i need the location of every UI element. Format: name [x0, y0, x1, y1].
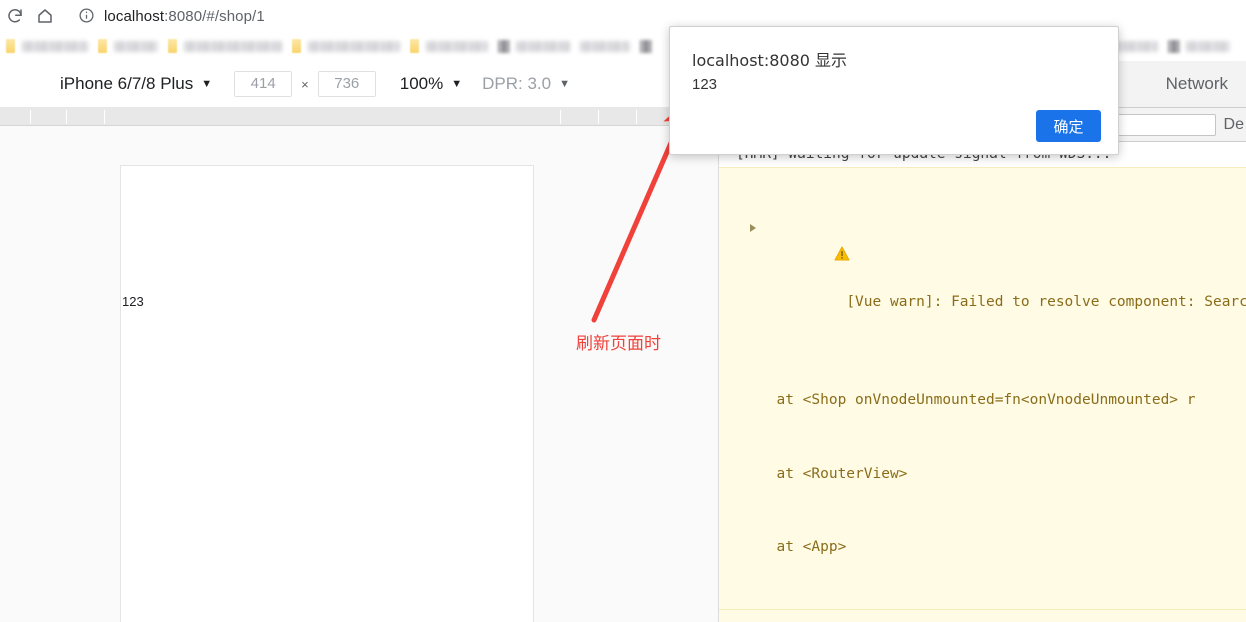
chevron-down-icon: ▼ [559, 78, 570, 90]
console-log[interactable]: [HMR] Waiting for update signal from WDS… [719, 142, 1246, 622]
folder-icon [98, 39, 107, 53]
info-circle-icon[interactable] [78, 7, 96, 25]
dialog-confirm-button[interactable]: 确定 [1036, 110, 1101, 142]
stack-frame: at <App> [759, 539, 847, 555]
console-level-label[interactable]: De [1224, 116, 1244, 134]
bookmark-item[interactable] [98, 35, 158, 57]
site-icon [1168, 39, 1180, 53]
bookmark-item[interactable] [640, 35, 658, 57]
site-icon [498, 39, 510, 53]
console-message-warning[interactable]: [Vue warn]: Failed to resolve component:… [719, 166, 1246, 610]
page-viewport[interactable]: 123 [120, 165, 534, 622]
reload-icon[interactable] [0, 1, 30, 31]
device-preset-select[interactable]: iPhone 6/7/8 Plus ▼ [60, 74, 212, 94]
warning-text: [Vue warn]: Failed to resolve component:… [846, 294, 1246, 310]
zoom-label: 100% [399, 74, 444, 93]
site-icon [640, 39, 652, 53]
bookmark-label [22, 40, 88, 52]
folder-icon [410, 39, 419, 53]
url-path: :8080/#/shop/1 [164, 7, 265, 25]
device-stage: 123 [0, 126, 719, 622]
dialog-title: localhost:8080 显示 [692, 51, 848, 70]
annotation-label: 刷新页面时 [576, 334, 661, 354]
dialog-message: 123 [692, 76, 718, 93]
console-message-warning[interactable]: [Vue warn]: Failed to resolve component:… [719, 608, 1246, 622]
bookmark-item[interactable] [580, 35, 630, 57]
javascript-alert-dialog: localhost:8080 显示 123 确定 [669, 26, 1119, 155]
chevron-down-icon: ▼ [201, 78, 213, 90]
expand-arrow-icon[interactable] [750, 223, 756, 232]
warning-triangle-icon [729, 221, 850, 261]
stack-frame: at <RouterView> [759, 465, 908, 482]
bookmark-label [426, 40, 488, 52]
folder-icon [292, 39, 301, 53]
bookmark-label [580, 40, 630, 52]
viewport-ruler [0, 108, 719, 126]
chevron-down-icon: ▼ [451, 78, 463, 90]
bookmark-item[interactable] [6, 35, 88, 57]
device-emulation-toolbar: iPhone 6/7/8 Plus ▼ 414 × 736 100% ▼ DPR… [0, 61, 719, 108]
bookmark-label [184, 40, 282, 52]
bookmark-label [516, 40, 570, 52]
tab-network[interactable]: Network [1148, 61, 1246, 108]
page-content-text: 123 [122, 294, 144, 309]
console-filter-input[interactable] [1115, 113, 1216, 136]
stack-frame: at <Shop onVnodeUnmounted=fn<onVnodeUnmo… [759, 392, 1196, 408]
dpr-select[interactable]: DPR: 3.0 ▼ [482, 74, 570, 94]
folder-icon [168, 39, 177, 53]
dpr-label: DPR: 3.0 [482, 74, 552, 93]
zoom-select[interactable]: 100% ▼ [400, 74, 462, 94]
bookmark-label [308, 40, 400, 52]
bookmark-item[interactable] [292, 35, 400, 57]
bookmark-item[interactable] [410, 35, 488, 57]
bookmark-label [114, 40, 158, 52]
browser-window: localhost:8080/#/shop/1 iPhone 6/7/8 Plu… [0, 0, 1246, 622]
home-icon[interactable] [30, 1, 60, 31]
folder-icon [6, 39, 15, 53]
url-host: localhost [104, 7, 165, 25]
bookmark-item[interactable] [168, 35, 282, 57]
dimension-separator: × [301, 76, 309, 92]
bookmark-label [1186, 40, 1230, 52]
bookmark-item[interactable] [1168, 35, 1230, 57]
warning-head-line: [Vue warn]: Failed to resolve component:… [719, 217, 1246, 340]
viewport-height-input[interactable]: 736 [317, 71, 376, 97]
viewport-width-input[interactable]: 414 [234, 71, 293, 97]
bookmark-item[interactable] [498, 35, 570, 57]
device-preset-label: iPhone 6/7/8 Plus [60, 74, 194, 93]
address-bar-url: localhost:8080/#/shop/1 [104, 8, 265, 25]
